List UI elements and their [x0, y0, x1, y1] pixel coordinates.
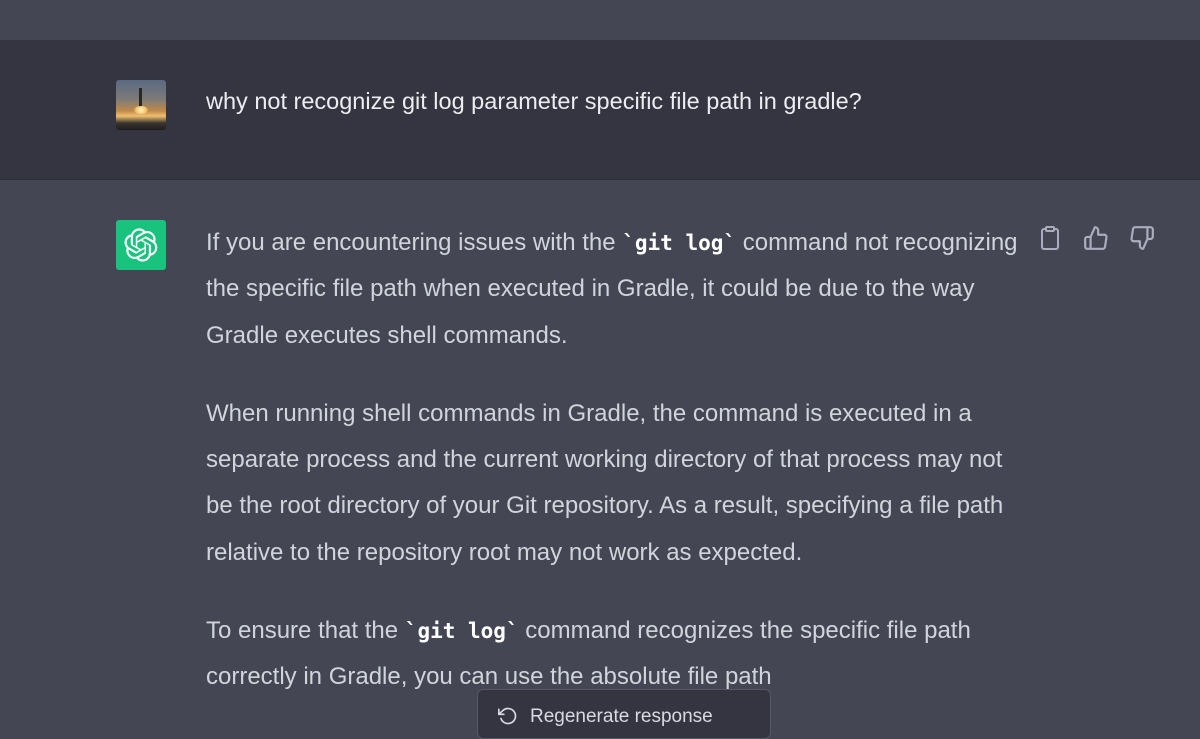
message-actions: [1036, 224, 1156, 252]
openai-logo-icon: [124, 228, 158, 262]
answer-text: When running shell commands in Gradle, t…: [206, 399, 1004, 566]
like-button[interactable]: [1082, 224, 1110, 252]
refresh-icon: [498, 706, 518, 726]
clipboard-icon: [1041, 226, 1059, 250]
user-avatar: [116, 80, 166, 130]
top-strip: [0, 0, 1200, 40]
assistant-answer: If you are encountering issues with the …: [206, 220, 1026, 733]
inline-code: `git log`: [404, 619, 519, 644]
dislike-button[interactable]: [1128, 224, 1156, 252]
assistant-message-row: If you are encountering issues with the …: [0, 180, 1200, 722]
user-message-text: why not recognize git log parameter spec…: [206, 88, 862, 114]
regenerate-response-button[interactable]: Regenerate response: [477, 689, 771, 739]
assistant-avatar: [116, 220, 166, 270]
answer-text: If you are encountering issues with the: [206, 229, 623, 256]
avatar-photo-sun: [134, 106, 148, 114]
regenerate-label: Regenerate response: [530, 706, 713, 727]
thumbs-up-icon: [1084, 226, 1108, 250]
answer-paragraph: When running shell commands in Gradle, t…: [206, 391, 1026, 576]
answer-paragraph: To ensure that the `git log` command rec…: [206, 608, 1026, 701]
user-message-row: why not recognize git log parameter spec…: [0, 40, 1200, 180]
answer-text: To ensure that the: [206, 617, 405, 645]
answer-paragraph: If you are encountering issues with the …: [206, 220, 1026, 359]
thumbs-down-icon: [1130, 226, 1154, 250]
inline-code: `git log`: [622, 231, 737, 255]
copy-button[interactable]: [1036, 224, 1064, 252]
